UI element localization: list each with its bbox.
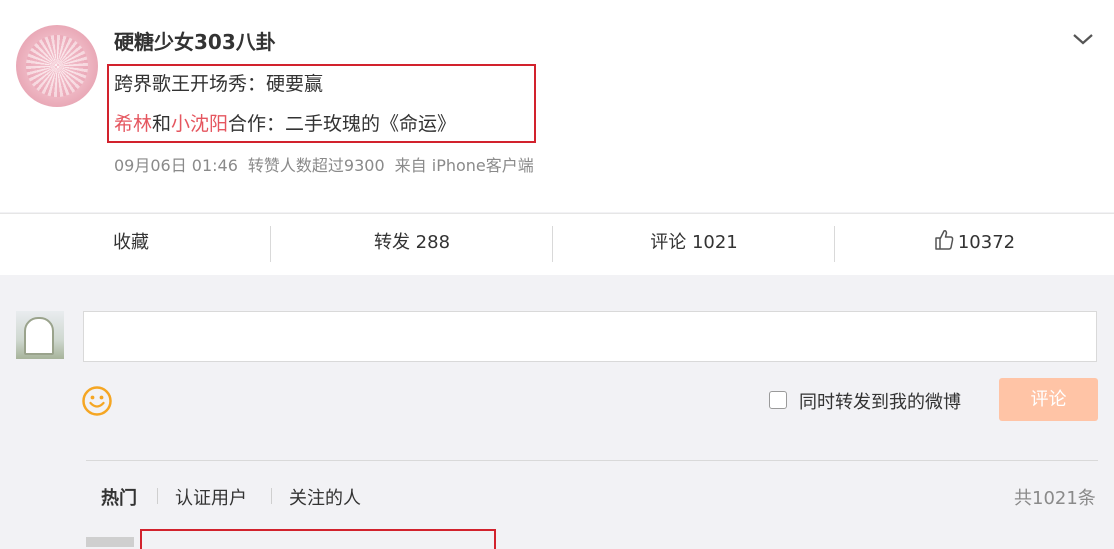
comment-input[interactable] (83, 311, 1097, 362)
comment-button[interactable]: 评论 1021 (553, 214, 835, 275)
post-text-rest: 合作：二手玫瑰的《命运》 (228, 113, 457, 135)
author-avatar[interactable] (16, 25, 98, 107)
repost-note: 转赞人数超过9300 (247, 156, 385, 175)
favorite-button[interactable]: 收藏 (0, 214, 262, 275)
tab-following[interactable]: 关注的人 (289, 484, 361, 510)
post-source[interactable]: 来自 iPhone客户端 (395, 156, 534, 175)
post-text-line1: 跨界歌王开场秀：硬要赢 (114, 73, 324, 95)
repost-button[interactable]: 转发 288 (271, 214, 553, 275)
tab-divider (271, 488, 272, 504)
post-time[interactable]: 09月06日 01:46 (114, 156, 238, 175)
also-repost-label[interactable]: 同时转发到我的微博 (799, 388, 961, 414)
action-bar: 收藏 转发 288 评论 1021 10372 (0, 213, 1114, 275)
comment-avatar[interactable] (86, 537, 134, 547)
chevron-down-icon[interactable] (1070, 28, 1096, 50)
like-button[interactable]: 10372 (835, 214, 1114, 275)
tab-hot[interactable]: 热门 (101, 484, 137, 510)
post-meta: 09月06日 01:46 转赞人数超过9300 来自 iPhone客户端 (114, 152, 544, 176)
highlight-annotation (140, 529, 496, 549)
comment-total: 共1021条 (1014, 488, 1096, 509)
author-name[interactable]: 硬糖少女303八卦 (114, 26, 276, 55)
tab-verified-users[interactable]: 认证用户 (175, 484, 247, 510)
smiley-icon[interactable] (81, 385, 113, 417)
also-repost-checkbox[interactable] (769, 391, 787, 409)
like-count: 10372 (957, 232, 1016, 253)
mention-name2[interactable]: 小沈阳 (171, 113, 228, 135)
comment-section: 同时转发到我的微博 评论 热门 认证用户 关注的人 共1021条 (0, 275, 1114, 549)
conjunction: 和 (152, 113, 172, 135)
section-divider (86, 460, 1098, 461)
current-user-avatar (16, 311, 64, 359)
submit-comment-button[interactable]: 评论 (999, 378, 1098, 421)
tab-divider (157, 488, 158, 504)
thumbs-up-icon (934, 217, 954, 275)
post-text-line2: 希林和小沈阳合作：二手玫瑰的《命运》 (114, 109, 456, 136)
mention-name1[interactable]: 希林 (114, 113, 152, 135)
weibo-post: 硬糖少女303八卦 跨界歌王开场秀：硬要赢 希林和小沈阳合作：二手玫瑰的《命运》… (0, 0, 1114, 212)
